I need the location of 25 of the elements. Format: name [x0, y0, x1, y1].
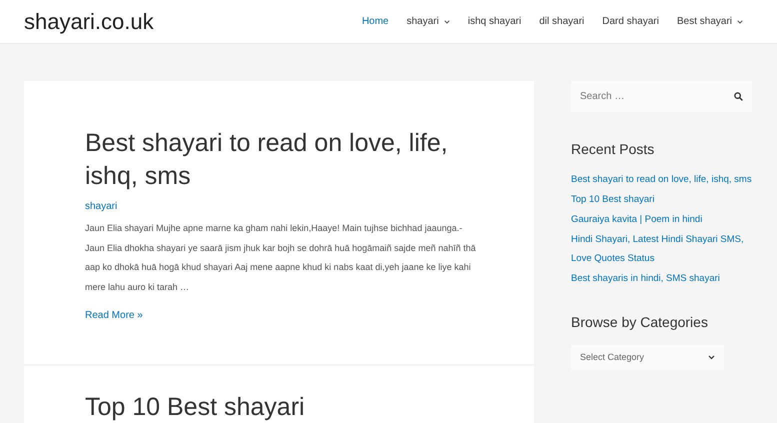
nav-link[interactable]: Best shayari [676, 14, 743, 29]
chevron-down-icon [708, 355, 715, 360]
search-field[interactable]: Search … [571, 81, 752, 112]
nav-link[interactable]: Dard shayari [602, 14, 659, 29]
nav-link[interactable]: dil shayari [539, 14, 584, 29]
nav-link[interactable]: shayari [406, 14, 450, 29]
search-icon[interactable] [734, 92, 743, 101]
nav-link[interactable]: ishq shayari [468, 14, 522, 29]
recent-post-link[interactable]: Top 10 Best shayari [571, 190, 752, 209]
recent-post-link[interactable]: Best shayari to read on love, life, ishq, sms [571, 170, 752, 189]
recent-post-link[interactable]: Gauraiya kavita | Poem in hindi [571, 210, 752, 229]
category-link[interactable]: shayari [85, 199, 484, 214]
post-excerpt: Jaun Elia shayari Mujhe apne marne ka gham nahi lekin,Haaye! Main tujhse bichhad jaaunga.- Jaun Elia dhokha shayari ye saarā jism jhuk kar bojh se dohrā huā hogāmaiñ sajde meñ nahīñ thā aap ko dhokā huā hogā khud shayari Aaj mene aapne khud ki nabs kaat di,yeh jaane ke liye kahi mere lahu auro ki tarah … [85, 222, 477, 294]
post-title[interactable]: Top 10 Best shayari [85, 392, 534, 422]
search-input[interactable]: Search … [580, 89, 710, 104]
category-select[interactable]: Select Category [571, 345, 724, 370]
site-title[interactable]: shayari.co.uk [24, 5, 154, 38]
post-title[interactable]: Best shayari to read on love, life, ishq, sms [85, 127, 455, 193]
read-more-link[interactable]: Read More » [85, 308, 143, 323]
nav-link[interactable]: Home [362, 14, 389, 29]
select-value: Select Category [580, 350, 644, 364]
widget-heading: Browse by Categories [571, 313, 709, 332]
widget-heading: Recent Posts [571, 140, 656, 159]
recent-post-link[interactable]: Best shayaris in hindi, SMS shayari [571, 269, 752, 288]
recent-post-link[interactable]: Hindi Shayari, Latest Hindi Shayari SMS, Love Quotes Status [571, 230, 752, 268]
